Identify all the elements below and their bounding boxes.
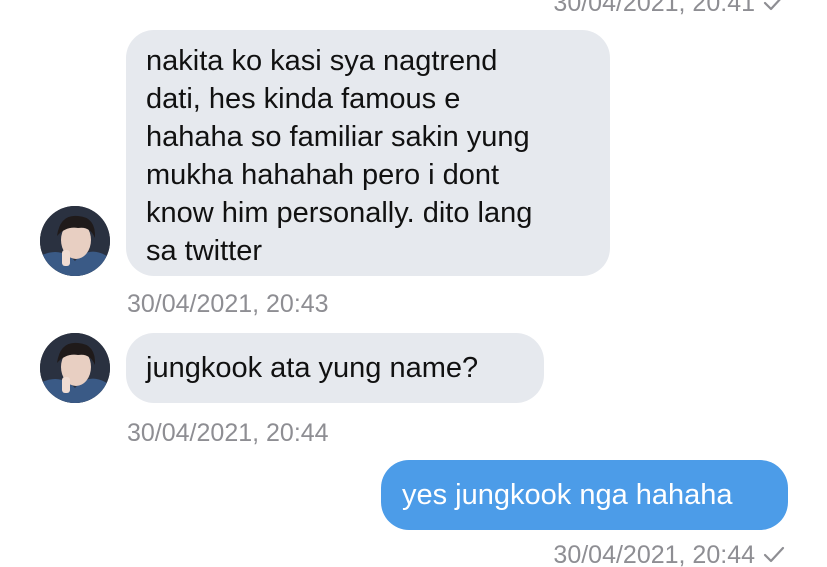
message-timestamp-2: 30/04/2021, 20:43 (127, 292, 329, 317)
message-text: jungkook ata yung name? (146, 352, 479, 384)
timestamp-text: 30/04/2021, 20:41 (553, 0, 755, 17)
incoming-message-bubble[interactable]: jungkook ata yung name? (126, 333, 544, 403)
message-text: nakita ko kasi sya nagtrend dati, hes ki… (146, 45, 533, 267)
checkmark-icon (763, 546, 785, 563)
timestamp-text: 30/04/2021, 20:44 (553, 541, 755, 567)
message-timestamp-4: 30/04/2021, 20:44 (553, 543, 785, 567)
message-timestamp-1: 30/04/2021, 20:41 (553, 0, 785, 16)
incoming-message-bubble[interactable]: nakita ko kasi sya nagtrend dati, hes ki… (126, 30, 610, 276)
timestamp-text: 30/04/2021, 20:43 (127, 290, 329, 318)
outgoing-message-bubble[interactable]: yes jungkook nga hahaha (381, 460, 788, 530)
message-timestamp-3: 30/04/2021, 20:44 (127, 421, 329, 446)
timestamp-text: 30/04/2021, 20:44 (127, 419, 329, 447)
conversation-view: 30/04/2021, 20:41 nakita ko kasi sya nag… (0, 0, 827, 567)
avatar-icon[interactable] (40, 206, 110, 276)
message-text: yes jungkook nga hahaha (402, 479, 733, 511)
checkmark-icon (763, 0, 781, 11)
avatar-icon[interactable] (40, 333, 110, 403)
